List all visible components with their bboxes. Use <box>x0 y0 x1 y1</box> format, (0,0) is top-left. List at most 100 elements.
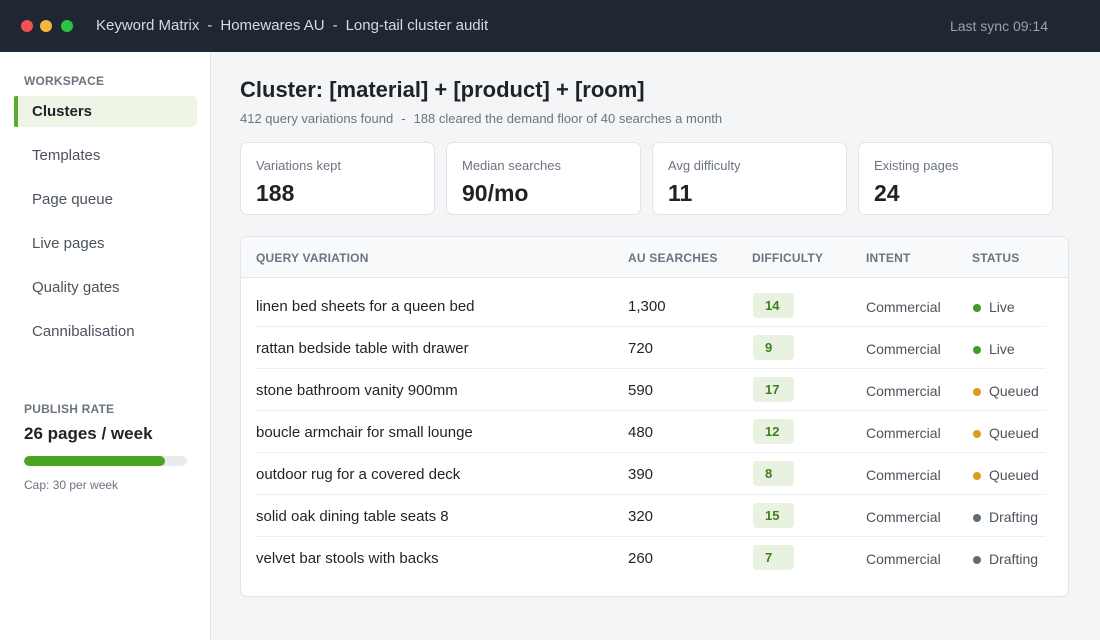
stat-label: Variations kept <box>256 158 342 173</box>
status-cell: Queued <box>973 467 1039 483</box>
status-label: Drafting <box>989 551 1039 567</box>
difficulty-badge: 17 <box>753 377 794 402</box>
column-header-difficulty[interactable]: DIFFICULTY <box>752 251 823 265</box>
stat-value: 188 <box>256 180 295 206</box>
status-label: Drafting <box>989 509 1039 525</box>
table-header: QUERY VARIATION AU SEARCHES DIFFICULTY I… <box>241 237 1068 278</box>
table-row[interactable]: velvet bar stools with backs 260 7 Commerci… <box>256 537 1046 579</box>
title-separator: - <box>207 17 213 34</box>
query-cell: linen bed sheets for a queen bed <box>256 298 475 315</box>
column-header-searches[interactable]: AU SEARCHES <box>628 251 718 265</box>
status-label: Queued <box>989 425 1039 441</box>
searches-cell: 480 <box>628 424 654 441</box>
title-bar: Keyword Matrix - Homewares AU - Long-tail cl… <box>0 0 1100 52</box>
intent-cell: Commercial <box>866 425 941 441</box>
title-separator: - <box>332 17 338 34</box>
status-cell: Queued <box>973 425 1039 441</box>
searches-cell: 590 <box>628 382 654 399</box>
status-cell: Queued <box>973 383 1039 399</box>
table-row[interactable]: linen bed sheets for a queen bed 1,300 14 C… <box>256 285 1046 327</box>
status-cell: Live <box>973 299 1015 315</box>
sidebar-item-page-queue[interactable]: Page queue <box>14 184 197 215</box>
difficulty-badge: 15 <box>753 503 794 528</box>
view-name: Long-tail cluster audit <box>345 17 489 34</box>
publish-rate-progress-fill <box>24 456 166 466</box>
intent-cell: Commercial <box>866 467 941 483</box>
workspace-section-label: WORKSPACE <box>24 74 105 88</box>
column-header-status[interactable]: STATUS <box>972 251 1019 265</box>
project-name: Homewares AU <box>220 17 325 34</box>
table-row[interactable]: rattan bedside table with drawer 720 9 Comm… <box>256 327 1046 369</box>
stat-card-variations-kept: Variations kept 188 <box>240 142 435 215</box>
column-header-query[interactable]: QUERY VARIATION <box>256 251 369 265</box>
status-label: Live <box>989 341 1015 357</box>
variations-found-text: 412 query variations found <box>240 111 394 126</box>
query-cell: boucle armchair for small lounge <box>256 424 473 441</box>
status-dot-icon <box>973 472 981 480</box>
subtitle-separator: - <box>401 111 406 126</box>
status-dot-icon <box>973 430 981 438</box>
query-cell: rattan bedside table with drawer <box>256 340 469 357</box>
publish-rate-progress-bar <box>24 456 187 466</box>
searches-cell: 390 <box>628 466 654 483</box>
intent-cell: Commercial <box>866 299 941 315</box>
status-cell: Drafting <box>973 551 1038 567</box>
stat-card-avg-difficulty: Avg difficulty 11 <box>652 142 847 215</box>
publish-rate-cap: Cap: 30 per week <box>24 478 119 492</box>
stat-label: Median searches <box>462 158 561 173</box>
stat-label: Avg difficulty <box>668 158 741 173</box>
searches-cell: 260 <box>628 550 654 567</box>
column-header-intent[interactable]: INTENT <box>866 251 911 265</box>
status-cell: Live <box>973 341 1015 357</box>
sidebar-item-templates[interactable]: Templates <box>14 140 197 171</box>
query-cell: outdoor rug for a covered deck <box>256 466 461 483</box>
status-dot-icon <box>973 556 981 564</box>
table-row[interactable]: solid oak dining table seats 8 320 15 Comme… <box>256 495 1046 537</box>
status-label: Queued <box>989 467 1039 483</box>
publish-rate-value: 26 pages / week <box>24 424 153 443</box>
intent-cell: Commercial <box>866 551 941 567</box>
sidebar: WORKSPACE Clusters Templates Page queue … <box>0 52 211 640</box>
searches-cell: 720 <box>628 340 654 357</box>
query-cell: solid oak dining table seats 8 <box>256 508 449 525</box>
stat-value: 24 <box>874 180 900 206</box>
stat-card-existing-pages: Existing pages 24 <box>858 142 1053 215</box>
close-window-button[interactable] <box>21 20 33 32</box>
intent-cell: Commercial <box>866 341 941 357</box>
app-name: Keyword Matrix <box>96 17 200 34</box>
page-subtitle: 412 query variations found -188 cleared t… <box>240 111 722 126</box>
page-title: Cluster: [material] + [product] + [room] <box>240 77 645 102</box>
table-row[interactable]: stone bathroom vanity 900mm 590 17 Commerci… <box>256 369 1046 411</box>
stat-value: 11 <box>668 180 693 206</box>
status-dot-icon <box>973 388 981 396</box>
difficulty-badge: 9 <box>753 335 794 360</box>
query-cell: stone bathroom vanity 900mm <box>256 382 458 399</box>
sidebar-item-cannibalisation[interactable]: Cannibalisation <box>14 316 197 347</box>
intent-cell: Commercial <box>866 383 941 399</box>
searches-cell: 1,300 <box>628 298 666 315</box>
table-row[interactable]: boucle armchair for small lounge 480 12 Com… <box>256 411 1046 453</box>
sidebar-item-live-pages[interactable]: Live pages <box>14 228 197 259</box>
status-dot-icon <box>973 304 981 312</box>
status-cell: Drafting <box>973 509 1038 525</box>
searches-cell: 320 <box>628 508 654 525</box>
minimize-window-button[interactable] <box>40 20 52 32</box>
status-label: Live <box>989 299 1015 315</box>
status-dot-icon <box>973 346 981 354</box>
query-variations-table: QUERY VARIATION AU SEARCHES DIFFICULTY I… <box>240 236 1069 597</box>
status-label: Queued <box>989 383 1039 399</box>
stat-value: 90/mo <box>462 180 529 206</box>
publish-rate-label: PUBLISH RATE <box>24 402 115 416</box>
maximize-window-button[interactable] <box>61 20 73 32</box>
query-cell: velvet bar stools with backs <box>256 550 439 567</box>
difficulty-badge: 8 <box>753 461 794 486</box>
table-row[interactable]: outdoor rug for a covered deck 390 8 Commer… <box>256 453 1046 495</box>
intent-cell: Commercial <box>866 509 941 525</box>
status-dot-icon <box>973 514 981 522</box>
sidebar-item-clusters[interactable]: Clusters <box>14 96 197 127</box>
difficulty-badge: 12 <box>753 419 794 444</box>
sidebar-item-quality-gates[interactable]: Quality gates <box>14 272 197 303</box>
stat-label: Existing pages <box>874 158 959 173</box>
difficulty-badge: 14 <box>753 293 794 318</box>
difficulty-badge: 7 <box>753 545 794 570</box>
